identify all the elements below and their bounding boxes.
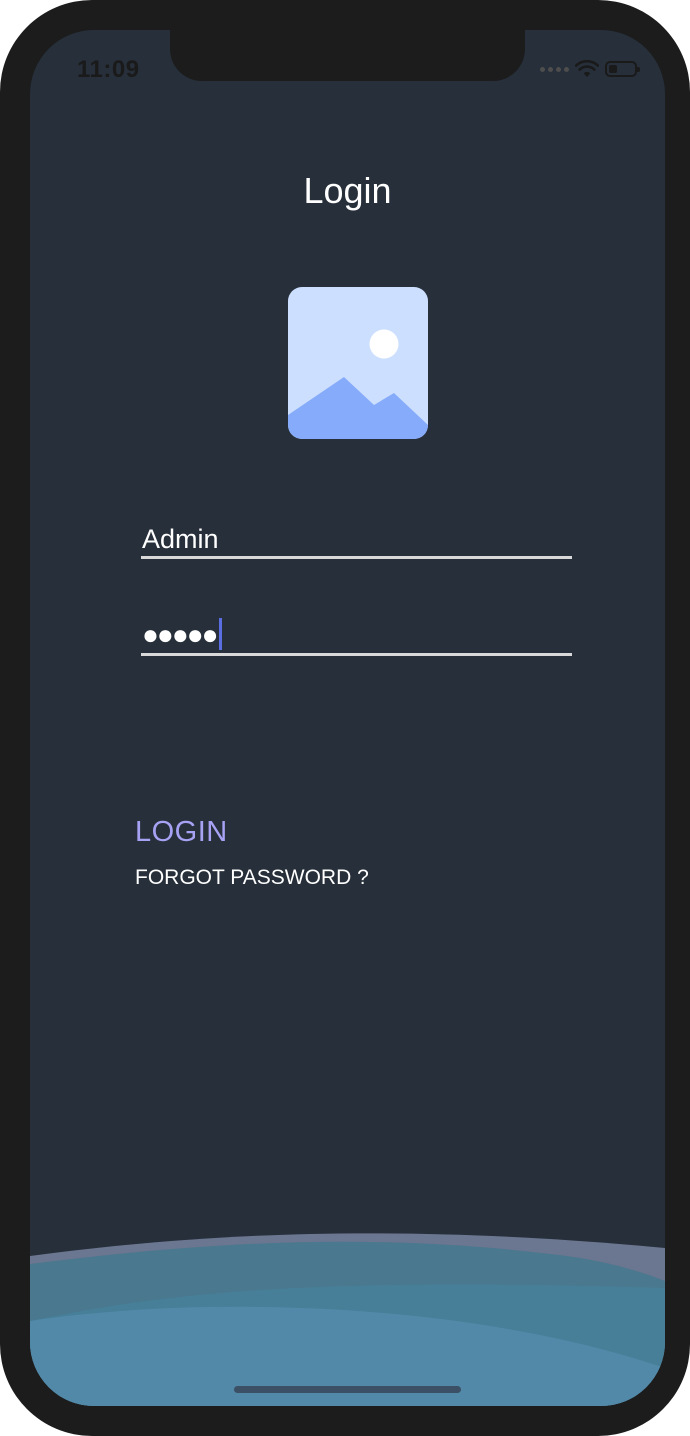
username-value: Admin — [142, 524, 219, 554]
app-screen: 11:09 Login Admin ●●●●● LOGIN FORGOT PAS… — [30, 30, 665, 1406]
password-field[interactable]: ●●●●● — [141, 614, 572, 656]
password-value: ●●●●● — [142, 619, 219, 650]
home-indicator[interactable] — [234, 1386, 461, 1393]
battery-level — [609, 65, 617, 73]
login-button[interactable]: LOGIN — [135, 816, 228, 849]
image-placeholder-icon — [288, 287, 428, 439]
page-title: Login — [303, 170, 392, 211]
device-frame: 11:09 Login Admin ●●●●● LOGIN FORGOT PAS… — [0, 0, 690, 1436]
text-caret — [218, 618, 222, 650]
battery-icon — [605, 61, 640, 77]
forgot-password-link[interactable]: FORGOT PASSWORD ? — [135, 866, 369, 890]
wave-decoration — [30, 1233, 665, 1406]
status-time: 11:09 — [77, 56, 140, 83]
device-notch — [170, 30, 525, 81]
signal-icon — [540, 66, 569, 72]
wifi-icon — [575, 60, 599, 77]
status-icons — [540, 58, 640, 80]
username-field[interactable]: Admin — [141, 521, 572, 559]
